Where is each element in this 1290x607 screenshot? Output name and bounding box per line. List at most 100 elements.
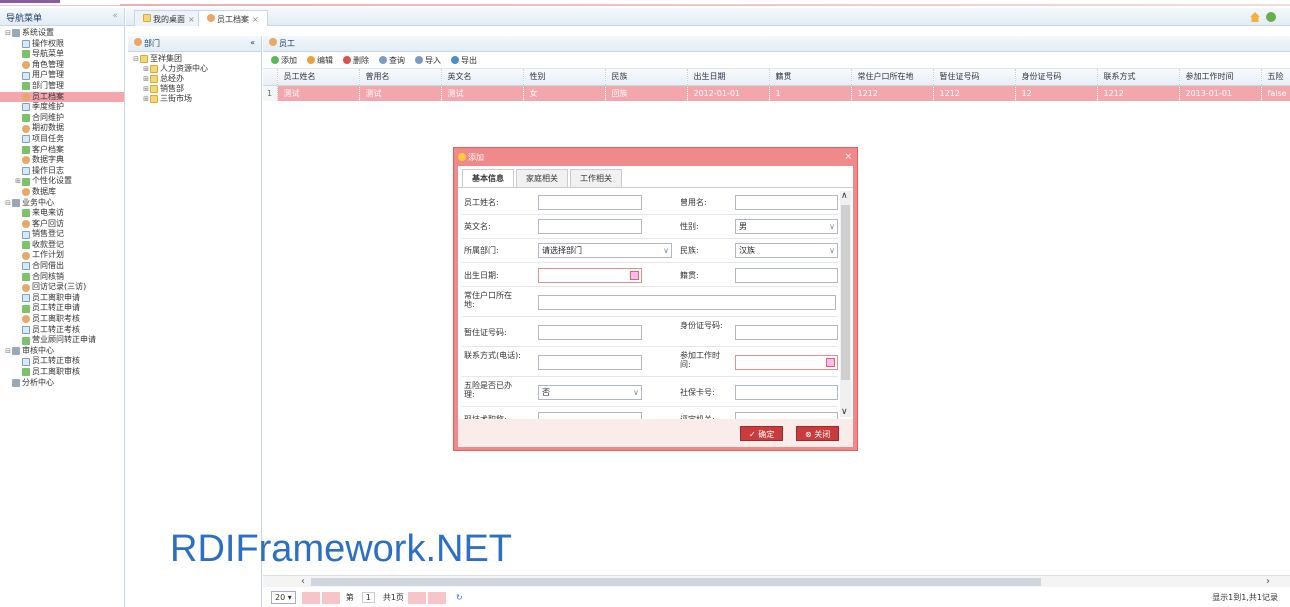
dept-tree-item[interactable]: ⊞ 总经办 [132, 74, 261, 84]
work-start-datepicker[interactable] [735, 355, 838, 370]
export-button[interactable]: 导出 [451, 55, 477, 66]
sidebar-item[interactable]: 合同核销 [0, 272, 124, 283]
sidebar-item[interactable]: 员工转正申请 [0, 303, 124, 314]
tree-toggle-icon[interactable]: ⊟ [4, 346, 12, 357]
sidebar-item[interactable]: 来电来访 [0, 208, 124, 219]
dept-tree-item[interactable]: ⊞ 人力资源中心 [132, 64, 261, 74]
insurance-select[interactable]: 否 ∨ [538, 385, 642, 400]
calendar-icon[interactable] [630, 271, 639, 280]
sidebar-item[interactable]: ⊟ 审核中心 [0, 346, 124, 357]
refresh-icon[interactable] [1266, 12, 1276, 22]
collapse-icon[interactable]: « [112, 11, 118, 22]
tree-toggle-icon[interactable]: ⊟ [4, 198, 12, 209]
table-row[interactable]: 1 测试 测试 测试女回族 2012-01-01 1 1212 1212 12 1212 2013-… [263, 85, 1290, 101]
temp-permit-input[interactable] [538, 325, 642, 340]
tab-work[interactable]: 工作相关 [570, 169, 622, 187]
column-header[interactable]: 身份证号码 [1015, 69, 1098, 86]
sidebar-item[interactable]: 客户回访 [0, 219, 124, 230]
calendar-icon[interactable] [826, 358, 835, 367]
sidebar-item[interactable]: 数据字典 [0, 155, 124, 166]
refresh-icon[interactable]: ↻ [456, 593, 463, 602]
chevron-down-icon[interactable]: ∨ [841, 407, 848, 417]
chevron-up-icon[interactable]: ∧ [841, 191, 848, 201]
sidebar-item[interactable]: 员工离职申请 [0, 293, 124, 304]
id-card-input[interactable] [735, 325, 838, 340]
sidebar-item[interactable]: 销售登记 [0, 229, 124, 240]
sidebar-item[interactable]: 导航菜单 [0, 49, 124, 60]
contact-input[interactable] [538, 355, 642, 370]
column-header[interactable]: 民族 [605, 69, 688, 86]
sidebar-item[interactable]: ⊞ 个性化设置 [0, 176, 124, 187]
column-header[interactable]: 英文名 [441, 69, 524, 86]
column-header[interactable]: 联系方式 [1097, 69, 1180, 86]
edit-button[interactable]: 编辑 [307, 55, 333, 66]
collapse-icon[interactable]: « [250, 38, 255, 49]
sidebar-item[interactable]: ⊟ 系统设置 [0, 28, 124, 39]
sidebar-item[interactable]: 部门管理 [0, 81, 124, 92]
sidebar-item[interactable]: 角色管理 [0, 60, 124, 71]
birthday-datepicker[interactable] [538, 268, 642, 283]
close-icon[interactable]: × [844, 152, 852, 162]
scroll-right-icon[interactable]: › [1266, 576, 1270, 587]
name-input[interactable] [538, 195, 642, 210]
sidebar-item[interactable]: 收款登记 [0, 240, 124, 251]
dept-select[interactable]: 请选择部门 ∨ [538, 243, 672, 258]
residence-input[interactable] [538, 295, 836, 310]
horizontal-scrollbar[interactable]: ‹ › [263, 575, 1290, 587]
tree-toggle-icon[interactable]: ⊞ [142, 84, 150, 94]
sidebar-item[interactable]: 合同维护 [0, 113, 124, 124]
scroll-thumb[interactable] [311, 578, 1041, 586]
sidebar-item[interactable]: 客户档案 [0, 145, 124, 156]
tree-toggle-icon[interactable]: ⊞ [142, 94, 150, 104]
native-place-input[interactable] [735, 268, 838, 283]
dept-tree-item[interactable]: ⊞ 销售部 [132, 84, 261, 94]
dialog-scrollbar[interactable]: ∧ ∨ [840, 191, 851, 417]
home-icon[interactable] [1250, 12, 1260, 22]
sidebar-item[interactable]: 员工档案 [0, 91, 124, 103]
scroll-thumb[interactable] [841, 205, 850, 380]
sidebar-item[interactable]: 期初数据 [0, 123, 124, 134]
column-header[interactable]: 性别 [523, 69, 606, 86]
sidebar-item[interactable]: 回访记录(三访) [0, 282, 124, 293]
sidebar-item[interactable]: 员工转正审核 [0, 356, 124, 367]
column-header[interactable]: 五险 [1261, 69, 1290, 86]
page-input[interactable]: 1 [361, 592, 375, 603]
prev-page-button[interactable] [321, 591, 340, 604]
nation-select[interactable]: 汉族 ∨ [735, 243, 838, 258]
sidebar-item[interactable]: 用户管理 [0, 70, 124, 81]
column-header[interactable]: 参加工作时间 [1179, 69, 1262, 86]
social-card-input[interactable] [735, 385, 838, 400]
column-header[interactable]: 暂住证号码 [933, 69, 1016, 86]
sidebar-item[interactable]: ⊟ 业务中心 [0, 198, 124, 209]
scroll-left-icon[interactable]: ‹ [301, 576, 305, 587]
sidebar-item[interactable]: 季度维护 [0, 102, 124, 113]
search-button[interactable]: 查询 [379, 55, 405, 66]
sidebar-item[interactable]: 员工转正考核 [0, 325, 124, 336]
tab-employee-archive[interactable]: 员工档案 × [198, 10, 268, 26]
sidebar-item[interactable]: 工作计划 [0, 250, 124, 261]
sidebar-item[interactable]: 合同借出 [0, 261, 124, 272]
column-header[interactable]: 曾用名 [359, 69, 442, 86]
column-header[interactable]: 籍贯 [769, 69, 852, 86]
gender-select[interactable]: 男 ∨ [735, 219, 838, 234]
tree-toggle-icon[interactable]: ⊞ [142, 64, 150, 74]
dept-tree-item[interactable]: ⊞ 三街市场 [132, 94, 261, 104]
tab-desktop[interactable]: 我的桌面 × [134, 10, 204, 26]
tree-toggle-icon[interactable]: ⊟ [4, 28, 12, 39]
sidebar-item[interactable]: 操作日志 [0, 166, 124, 177]
tree-toggle-icon[interactable]: ⊞ [14, 176, 22, 187]
dialog-titlebar[interactable]: 添加 × [454, 148, 857, 166]
close-button[interactable]: ⊗ 关闭 [796, 426, 840, 441]
page-size-select[interactable]: 20 ▾ [271, 591, 296, 604]
close-icon[interactable]: × [188, 15, 195, 24]
tree-toggle-icon[interactable]: ⊟ [132, 54, 140, 64]
column-header[interactable]: 员工姓名 [277, 69, 360, 86]
last-page-button[interactable] [427, 591, 446, 604]
sidebar-item[interactable]: 营业顾问转正申请 [0, 335, 124, 346]
sidebar-item[interactable]: 员工离职审核 [0, 367, 124, 378]
add-button[interactable]: 添加 [271, 55, 297, 66]
sidebar-item[interactable]: 项目任务 [0, 134, 124, 145]
sidebar-item[interactable]: 操作权限 [0, 39, 124, 50]
english-name-input[interactable] [538, 219, 642, 234]
sidebar-item[interactable]: 数据库 [0, 187, 124, 198]
